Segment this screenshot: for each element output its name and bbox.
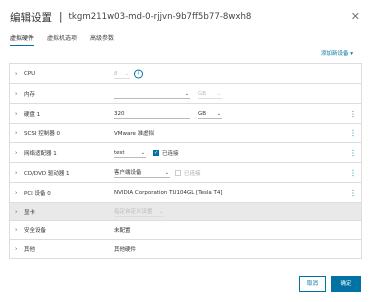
chevron-right-icon[interactable]: › xyxy=(15,189,17,196)
video-value: 指定自定义设置 xyxy=(114,208,153,215)
memory-unit: GB xyxy=(198,90,207,97)
cdrom-connected-checkbox[interactable] xyxy=(175,169,181,176)
chevron-right-icon[interactable]: › xyxy=(15,90,17,97)
disk-unit: GB xyxy=(198,110,207,117)
row-security-device: › 安全设备 未配置 xyxy=(10,221,361,240)
chevron-right-icon[interactable]: › xyxy=(15,169,17,176)
chevron-right-icon[interactable]: › xyxy=(15,246,17,253)
row-scsi-controller: › SCSI 控制器 0 VMware 准虚拟 ⋮ xyxy=(10,124,361,143)
cpu-value: 8 xyxy=(114,70,118,77)
hardware-table: › CPU 8⌄ i › 内存 ⌄ GB⌄ › 硬盘 1 320 GB⌄ xyxy=(9,63,362,259)
row-memory: › 内存 ⌄ GB ⌄ xyxy=(10,84,361,104)
more-actions-icon[interactable]: ⋮ xyxy=(349,129,357,138)
more-actions-icon[interactable]: ⋮ xyxy=(349,188,357,197)
edit-settings-dialog: 编辑设置 | tkgm211w03-md-0-rjjvn-9b7ff5b77-8… xyxy=(0,0,371,302)
row-cpu: › CPU 8 ⌄ i xyxy=(10,64,361,84)
scsi-value: VMware 准虚拟 xyxy=(114,131,155,137)
network-select[interactable]: test ⌄ xyxy=(114,148,146,158)
chevron-down-icon: ⌄ xyxy=(124,70,129,77)
row-hard-disk: › 硬盘 1 320 GB ⌄ ⋮ xyxy=(10,104,361,124)
chevron-right-icon[interactable]: › xyxy=(15,70,17,77)
video-settings-select[interactable]: 指定自定义设置 ⌄ xyxy=(114,207,164,217)
row-label-scsi: SCSI 控制器 0 xyxy=(24,131,60,137)
tab-virtual-hardware[interactable]: 虚拟硬件 xyxy=(10,33,35,46)
row-label-cpu: CPU xyxy=(24,70,36,77)
row-video-card: › 显卡 指定自定义设置 ⌄ xyxy=(10,203,361,221)
pci-value: NVIDIA Corporation TU104GL [Tesla T4] xyxy=(114,189,223,196)
chevron-down-icon: ⌄ xyxy=(184,90,189,97)
chevron-down-icon: ⌄ xyxy=(164,169,169,176)
security-value: 未配置 xyxy=(114,228,131,234)
ok-button[interactable]: 确定 xyxy=(331,276,361,292)
row-cd-dvd-drive: › CD/DVD 驱动器 1 客户端设备 ⌄ 已连接 ⋮ xyxy=(10,163,361,183)
tab-vm-options[interactable]: 虚拟机选项 xyxy=(47,33,77,46)
info-icon[interactable]: i xyxy=(134,69,143,78)
row-label-memory: 内存 xyxy=(24,91,36,98)
row-other: › 其他 其他硬件 xyxy=(10,240,361,259)
cancel-button[interactable]: 取消 xyxy=(299,276,326,292)
chevron-right-icon[interactable]: › xyxy=(15,149,17,156)
chevron-right-icon[interactable]: › xyxy=(15,130,17,137)
chevron-down-icon: ⌄ xyxy=(216,110,221,117)
row-label-hard-disk: 硬盘 1 xyxy=(24,111,41,118)
chevron-right-icon[interactable]: › xyxy=(15,110,17,117)
chevron-right-icon[interactable]: › xyxy=(15,208,17,215)
cdrom-value: 客户端设备 xyxy=(114,169,142,176)
memory-unit-select[interactable]: GB ⌄ xyxy=(198,89,222,99)
row-label-pci: PCI 设备 0 xyxy=(24,190,51,197)
close-icon[interactable]: ✕ xyxy=(351,9,360,25)
network-connected-label: 已连接 xyxy=(162,150,179,157)
other-value: 其他硬件 xyxy=(114,247,137,253)
cpu-select[interactable]: 8 ⌄ xyxy=(114,69,130,79)
cdrom-connected-label: 已连接 xyxy=(184,170,201,177)
memory-input[interactable]: ⌄ xyxy=(114,89,190,99)
chevron-down-icon: ⌄ xyxy=(216,90,221,97)
row-label-security: 安全设备 xyxy=(24,228,47,234)
row-label-network: 网络适配器 1 xyxy=(24,150,57,157)
tab-advanced-parameters[interactable]: 高级参数 xyxy=(90,33,114,46)
dialog-title: 编辑设置 xyxy=(10,11,52,24)
cdrom-select[interactable]: 客户端设备 ⌄ xyxy=(114,168,170,178)
dialog-header: 编辑设置 | tkgm211w03-md-0-rjjvn-9b7ff5b77-8… xyxy=(10,9,251,25)
add-new-device-button[interactable]: 添加新设备 ▾ xyxy=(321,49,353,57)
network-value: test xyxy=(114,149,125,156)
row-label-other: 其他 xyxy=(24,247,36,253)
row-pci-device: › PCI 设备 0 NVIDIA Corporation TU104GL [T… xyxy=(10,183,361,203)
row-label-cdrom: CD/DVD 驱动器 1 xyxy=(24,170,70,177)
more-actions-icon[interactable]: ⋮ xyxy=(349,168,357,177)
row-label-video: 显卡 xyxy=(24,209,36,216)
row-network-adapter: › 网络适配器 1 test ⌄ ✓ 已连接 ⋮ xyxy=(10,143,361,163)
tab-bar: 虚拟硬件 虚拟机选项 高级参数 xyxy=(10,33,127,46)
more-actions-icon[interactable]: ⋮ xyxy=(349,109,357,118)
disk-size-value: 320 xyxy=(114,110,125,117)
vm-name: tkgm211w03-md-0-rjjvn-9b7ff5b77-8wxh8 xyxy=(68,12,252,22)
network-connected-checkbox[interactable]: ✓ xyxy=(153,149,159,156)
chevron-down-icon: ⌄ xyxy=(158,208,163,215)
disk-unit-select[interactable]: GB ⌄ xyxy=(198,109,222,119)
chevron-right-icon[interactable]: › xyxy=(15,227,17,234)
disk-size-input[interactable]: 320 xyxy=(114,109,190,119)
more-actions-icon[interactable]: ⋮ xyxy=(349,148,357,157)
chevron-down-icon: ⌄ xyxy=(140,149,145,156)
title-separator: | xyxy=(59,11,63,23)
